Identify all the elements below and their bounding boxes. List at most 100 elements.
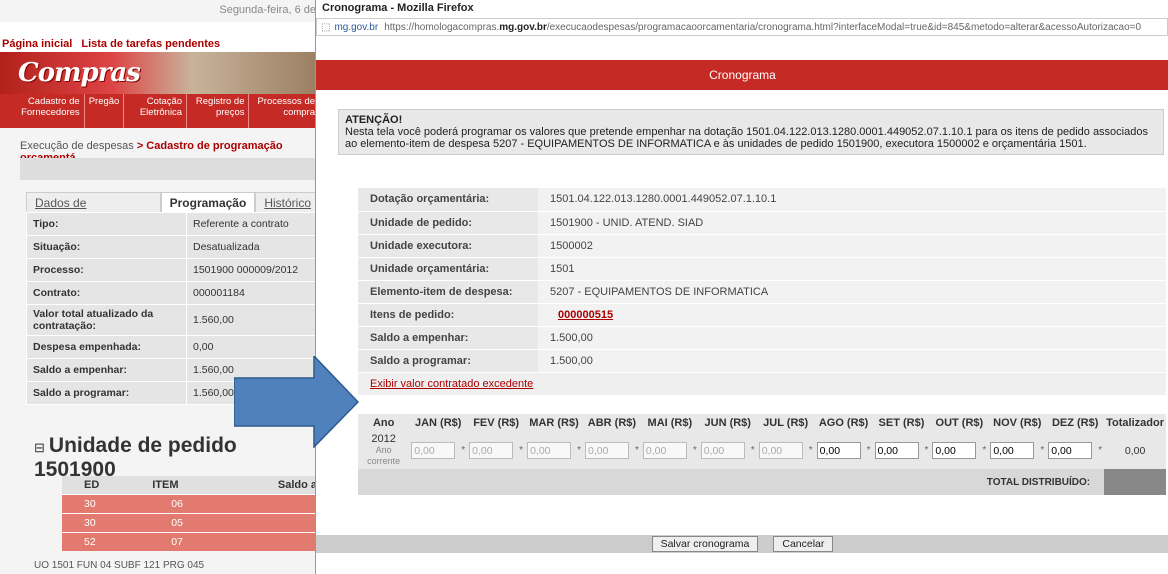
col-jun: JUN (R$) xyxy=(704,417,751,429)
col-dez: DEZ (R$) xyxy=(1051,417,1099,429)
info-value: 1501900 - UNID. ATEND. SIAD xyxy=(538,211,1166,235)
info-label: Saldo a programar: xyxy=(358,349,538,373)
info-label: Unidade executora: xyxy=(358,234,538,258)
breadcrumb-parent[interactable]: Execução de despesas xyxy=(20,140,134,152)
month-cell: * xyxy=(467,432,525,469)
col-ano: Ano xyxy=(372,417,395,429)
mai-input xyxy=(642,442,687,459)
cancel-button[interactable]: Cancelar xyxy=(773,536,834,552)
cronograma-table: Ano JAN (R$) FEV (R$) MAR (R$) ABR (R$) … xyxy=(358,414,1166,495)
table-row: Itens de pedido: 000000515 xyxy=(358,303,1166,327)
out-input[interactable] xyxy=(932,442,977,459)
banner: Compras xyxy=(0,52,320,94)
cell-ed: 30 xyxy=(62,494,150,514)
date-text: Segunda-feira, 6 de xyxy=(219,4,316,16)
field-label: Saldo a empenhar: xyxy=(26,358,187,382)
year-note: Ano corrente xyxy=(367,445,401,466)
month-cell: * xyxy=(873,432,931,469)
required-mark: * xyxy=(1040,445,1045,456)
required-mark: * xyxy=(519,445,524,456)
field-value: 1501900 000009/2012 xyxy=(186,258,320,282)
col-out: OUT (R$) xyxy=(935,417,984,429)
required-mark: * xyxy=(924,445,929,456)
info-value: 5207 - EQUIPAMENTOS DE INFORMATICA xyxy=(538,280,1166,304)
month-cell: * xyxy=(757,432,815,469)
excedente-link[interactable]: Exibir valor contratado excedente xyxy=(370,378,533,390)
required-mark: * xyxy=(866,445,871,456)
month-cell: * xyxy=(641,432,699,469)
url-bar[interactable]: ⬚ mg.gov.br https://homologacompras.mg.g… xyxy=(316,18,1168,36)
field-value: 000001184 xyxy=(186,281,320,305)
col-jul: JUL (R$) xyxy=(763,417,809,429)
table-row: Unidade de pedido: 1501900 - UNID. ATEND.… xyxy=(358,211,1166,235)
jan-input xyxy=(411,442,456,459)
mar-input xyxy=(527,442,572,459)
cell-saldo xyxy=(222,532,320,551)
field-value: 1.560,00 xyxy=(186,304,320,336)
total-value-cell xyxy=(1104,469,1166,495)
attention-box: ATENÇÃO! Nesta tela você poderá programa… xyxy=(338,109,1164,155)
link-cell: Exibir valor contratado excedente xyxy=(358,372,1166,396)
menu-item-pregao[interactable]: Pregão xyxy=(85,94,125,128)
total-row: TOTAL DISTRIBUÍDO: xyxy=(358,469,1166,495)
itens-pedido-link[interactable]: 000000515 xyxy=(558,309,613,321)
cell-saldo xyxy=(222,494,320,514)
col-mai: MAI (R$) xyxy=(647,417,693,429)
page-header: Cronograma xyxy=(316,60,1168,90)
background-page: Segunda-feira, 6 de Página inicial Lista… xyxy=(0,0,320,574)
table-row: Tipo: Referente a contrato xyxy=(26,212,320,236)
required-mark: * xyxy=(1098,445,1103,456)
site-identity[interactable]: mg.gov.br xyxy=(334,22,378,33)
url-prefix: https://homologacompras. xyxy=(384,21,500,33)
col-nov: NOV (R$) xyxy=(993,417,1042,429)
arrow-annotation xyxy=(234,356,359,448)
table-row: Unidade executora: 1500002 xyxy=(358,234,1166,258)
table-row: 52 07 xyxy=(62,532,320,551)
unidade-title-text: Unidade de pedido 1501900 xyxy=(34,434,237,481)
menu-item-processos[interactable]: Processos de compra xyxy=(249,94,320,128)
month-cell: * xyxy=(988,432,1046,469)
info-label: Unidade de pedido: xyxy=(358,211,538,235)
required-mark: * xyxy=(461,445,466,456)
totalizador-value: 0,00 xyxy=(1124,444,1146,457)
menu-item-cotacao[interactable]: Cotação Eletrônica xyxy=(124,94,188,128)
cell-ed: 30 xyxy=(62,513,150,533)
set-input[interactable] xyxy=(874,442,919,459)
info-label: Unidade orçamentária: xyxy=(358,257,538,281)
col-fev: FEV (R$) xyxy=(473,417,520,429)
info-value: 1501.04.122.013.1280.0001.449052.07.1.10… xyxy=(538,188,1166,212)
url-text: https://homologacompras.mg.gov.br/execuc… xyxy=(384,22,1141,33)
menu-item-registro[interactable]: Registro de preços xyxy=(187,94,250,128)
field-label: Contrato: xyxy=(26,281,187,305)
year-cell: 2012 Ano corrente xyxy=(358,432,409,469)
col-ago: AGO (R$) xyxy=(818,417,869,429)
toolbar-strip xyxy=(20,158,320,180)
compras-logo[interactable]: Compras xyxy=(18,58,141,88)
nov-input[interactable] xyxy=(990,442,1035,459)
month-cell: * xyxy=(930,432,988,469)
required-mark: * xyxy=(982,445,987,456)
cell-saldo xyxy=(222,513,320,533)
table-row: Contrato: 000001184 xyxy=(26,281,320,305)
table-header: Ano JAN (R$) FEV (R$) MAR (R$) ABR (R$) … xyxy=(358,414,1166,432)
menu-item-fornecedores[interactable]: Cadastro de Fornecedores xyxy=(0,94,85,128)
field-label: Valor total atualizado da contratação: xyxy=(26,304,187,336)
window-title: Cronograma - Mozilla Firefox xyxy=(316,0,1168,18)
info-label: Saldo a empenhar: xyxy=(358,326,538,350)
table-row: 2012Ano corrente * * * * * * * * * * * *… xyxy=(358,432,1166,469)
col-abr: ABR (R$) xyxy=(587,417,637,429)
footer-codes: UO 1501 FUN 04 SUBF 121 PRG 045 xyxy=(34,560,205,571)
home-link[interactable]: Página inicial xyxy=(2,38,72,50)
dez-input[interactable] xyxy=(1048,442,1093,459)
save-button[interactable]: Salvar cronograma xyxy=(651,536,759,552)
month-cell: * xyxy=(815,432,873,469)
info-label: Itens de pedido: xyxy=(358,303,538,327)
table-row: 30 05 xyxy=(62,513,320,533)
fev-input xyxy=(469,442,514,459)
required-mark: * xyxy=(750,445,755,456)
collapse-icon[interactable]: ⊟ xyxy=(34,440,45,455)
ago-input[interactable] xyxy=(816,442,861,459)
url-path: /execucaodespesas/programacaoorcamentari… xyxy=(546,21,1142,33)
pending-tasks-link[interactable]: Lista de tarefas pendentes xyxy=(81,38,220,50)
action-bar: Salvar cronograma Cancelar xyxy=(316,535,1168,553)
